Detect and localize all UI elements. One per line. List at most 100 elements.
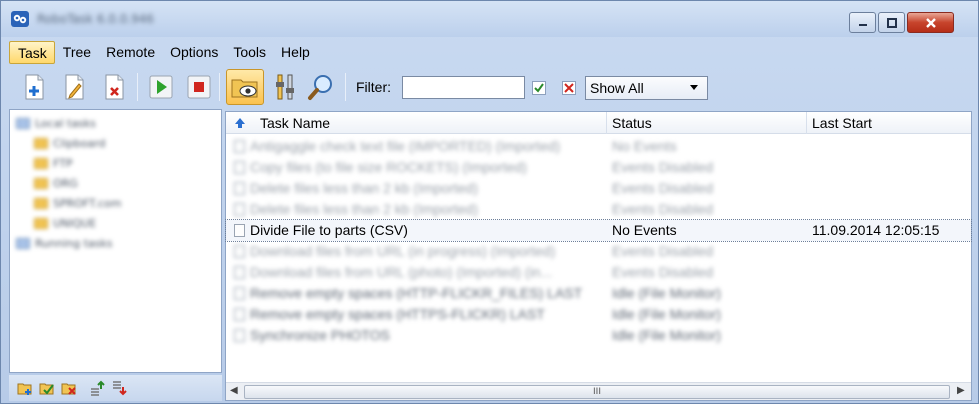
folder-icon bbox=[34, 177, 48, 189]
tree-group[interactable]: FTP bbox=[34, 154, 73, 172]
task-list[interactable]: Task Name Status Last Start Antigaggle c… bbox=[225, 111, 972, 401]
tree-running-tasks[interactable]: Running tasks bbox=[16, 234, 112, 252]
minimize-button[interactable] bbox=[849, 12, 876, 33]
folder-icon bbox=[16, 117, 30, 129]
table-row[interactable]: Remove empty spaces (HTTP-FLICKR_FILES) … bbox=[226, 283, 971, 304]
task-status-cell: Idle (File Monitor) bbox=[612, 306, 721, 322]
tree-group[interactable]: ORG bbox=[34, 174, 78, 192]
table-row[interactable]: Synchronize PHOTOS Idle (File Monitor) bbox=[226, 325, 971, 346]
edit-group-icon[interactable] bbox=[39, 380, 55, 396]
task-name-cell: Antigaggle check text file (IMPORTED) (I… bbox=[250, 138, 561, 154]
folder-view-icon bbox=[231, 79, 258, 98]
minimize-icon bbox=[858, 23, 867, 26]
menu-tools[interactable]: Tools bbox=[225, 41, 273, 64]
delete-task-icon bbox=[105, 74, 124, 100]
scroll-left-icon[interactable]: ◀ bbox=[230, 385, 238, 396]
run-task-button[interactable] bbox=[145, 69, 177, 105]
task-status-cell: No Events bbox=[612, 222, 677, 238]
table-row-selected[interactable]: Divide File to parts (CSV) No Events 11.09… bbox=[225, 219, 972, 242]
task-icon bbox=[234, 266, 245, 279]
properties-button[interactable] bbox=[269, 69, 301, 105]
checkmark-icon bbox=[534, 83, 544, 93]
task-icon bbox=[234, 287, 245, 300]
new-task-button[interactable] bbox=[19, 69, 51, 105]
tree-root-local-tasks[interactable]: Local tasks bbox=[16, 114, 96, 132]
table-row[interactable]: Copy files (to file size ROCKETS) (Impor… bbox=[226, 157, 971, 178]
title-bar[interactable]: RoboTask 6.0.0.946 bbox=[1, 1, 978, 37]
menu-remote[interactable]: Remote bbox=[98, 41, 162, 64]
task-last-start-cell: 11.09.2014 12:05:15 bbox=[812, 222, 940, 238]
maximize-button[interactable] bbox=[878, 12, 905, 33]
chevron-down-icon bbox=[690, 85, 698, 90]
task-status-cell: Idle (File Monitor) bbox=[612, 285, 721, 301]
task-name-cell: Synchronize PHOTOS bbox=[250, 327, 390, 343]
task-name-cell: Delete files less than 2 kb (Imported) bbox=[250, 180, 478, 196]
task-name-cell: Remove empty spaces (HTTP-FLICKR_FILES) … bbox=[250, 285, 583, 301]
folder-icon bbox=[34, 217, 48, 229]
stop-task-button[interactable] bbox=[183, 69, 215, 105]
table-row[interactable]: Delete files less than 2 kb (Imported) Ev… bbox=[226, 178, 971, 199]
stop-icon bbox=[187, 75, 211, 99]
find-button[interactable] bbox=[305, 69, 337, 105]
table-row[interactable]: Download files from URL (photo) (Importe… bbox=[226, 262, 971, 283]
tree-group[interactable]: Clipboard bbox=[34, 134, 106, 152]
task-name-cell: Copy files (to file size ROCKETS) (Impor… bbox=[250, 159, 527, 175]
edit-task-button[interactable] bbox=[59, 69, 91, 105]
tree-group[interactable]: SPROFT.com bbox=[34, 194, 121, 212]
menu-tree[interactable]: Tree bbox=[55, 41, 98, 64]
table-row[interactable]: Delete files less than 2 kb (Imported) Ev… bbox=[226, 199, 971, 220]
edit-task-icon bbox=[65, 74, 84, 100]
menu-options[interactable]: Options bbox=[162, 41, 225, 64]
task-icon bbox=[234, 140, 245, 153]
task-icon bbox=[234, 329, 245, 342]
filter-label: Filter: bbox=[356, 79, 391, 95]
menu-help[interactable]: Help bbox=[273, 41, 317, 64]
delete-group-icon[interactable] bbox=[61, 380, 77, 396]
menu-bar: Task Tree Remote Options Tools Help bbox=[9, 41, 317, 65]
run-icon bbox=[149, 75, 173, 99]
tree-group[interactable]: UNIQUE bbox=[34, 214, 96, 232]
folder-icon bbox=[34, 157, 48, 169]
task-status-cell: No Events bbox=[612, 138, 677, 154]
table-row[interactable]: Download files from URL (in progress) (I… bbox=[226, 241, 971, 262]
task-name-cell: Delete files less than 2 kb (Imported) bbox=[250, 201, 478, 217]
clear-filter-button[interactable] bbox=[562, 81, 576, 95]
scrollbar-thumb[interactable]: III bbox=[244, 385, 950, 399]
task-name-cell: Divide File to parts (CSV) bbox=[250, 222, 408, 238]
delete-task-button[interactable] bbox=[99, 69, 131, 105]
list-header: Task Name Status Last Start bbox=[226, 112, 971, 134]
menu-task[interactable]: Task bbox=[9, 41, 55, 64]
folder-view-button[interactable] bbox=[226, 69, 264, 105]
apply-filter-button[interactable] bbox=[532, 81, 546, 95]
maximize-icon bbox=[886, 17, 897, 28]
table-row[interactable]: Antigaggle check text file (IMPORTED) (I… bbox=[226, 136, 971, 157]
column-header-task-name[interactable]: Task Name bbox=[260, 115, 330, 131]
column-header-status[interactable]: Status bbox=[612, 115, 652, 131]
move-up-icon[interactable] bbox=[89, 380, 105, 396]
task-icon bbox=[234, 161, 245, 174]
sort-ascending-icon[interactable] bbox=[234, 117, 246, 129]
task-icon bbox=[234, 182, 245, 195]
table-row[interactable]: Remove empty spaces (HTTPS-FLICKR) LAST I… bbox=[226, 304, 971, 325]
folder-icon bbox=[34, 197, 48, 209]
robotask-logo-icon bbox=[11, 11, 29, 27]
task-icon bbox=[234, 203, 245, 216]
task-name-cell: Download files from URL (in progress) (I… bbox=[250, 243, 556, 259]
task-icon bbox=[234, 308, 245, 321]
task-icon bbox=[234, 245, 245, 258]
filter-input[interactable] bbox=[402, 76, 525, 99]
tree-toolbar bbox=[9, 375, 222, 401]
task-status-cell: Events Disabled bbox=[612, 264, 714, 280]
task-tree-panel[interactable]: Local tasks Clipboard FTP ORG SPROFT.com… bbox=[9, 109, 222, 373]
column-header-last-start[interactable]: Last Start bbox=[812, 115, 872, 131]
close-icon bbox=[925, 17, 936, 28]
task-icon bbox=[234, 224, 245, 237]
horizontal-scrollbar[interactable]: ◀ III ▶ bbox=[226, 382, 971, 400]
move-down-icon[interactable] bbox=[111, 380, 127, 396]
window-title: RoboTask 6.0.0.946 bbox=[37, 12, 155, 26]
clear-x-icon bbox=[564, 83, 574, 93]
show-filter-select[interactable]: Show All bbox=[585, 76, 708, 100]
add-group-icon[interactable] bbox=[17, 380, 33, 396]
close-button[interactable] bbox=[907, 12, 954, 33]
scroll-right-icon[interactable]: ▶ bbox=[957, 385, 965, 396]
